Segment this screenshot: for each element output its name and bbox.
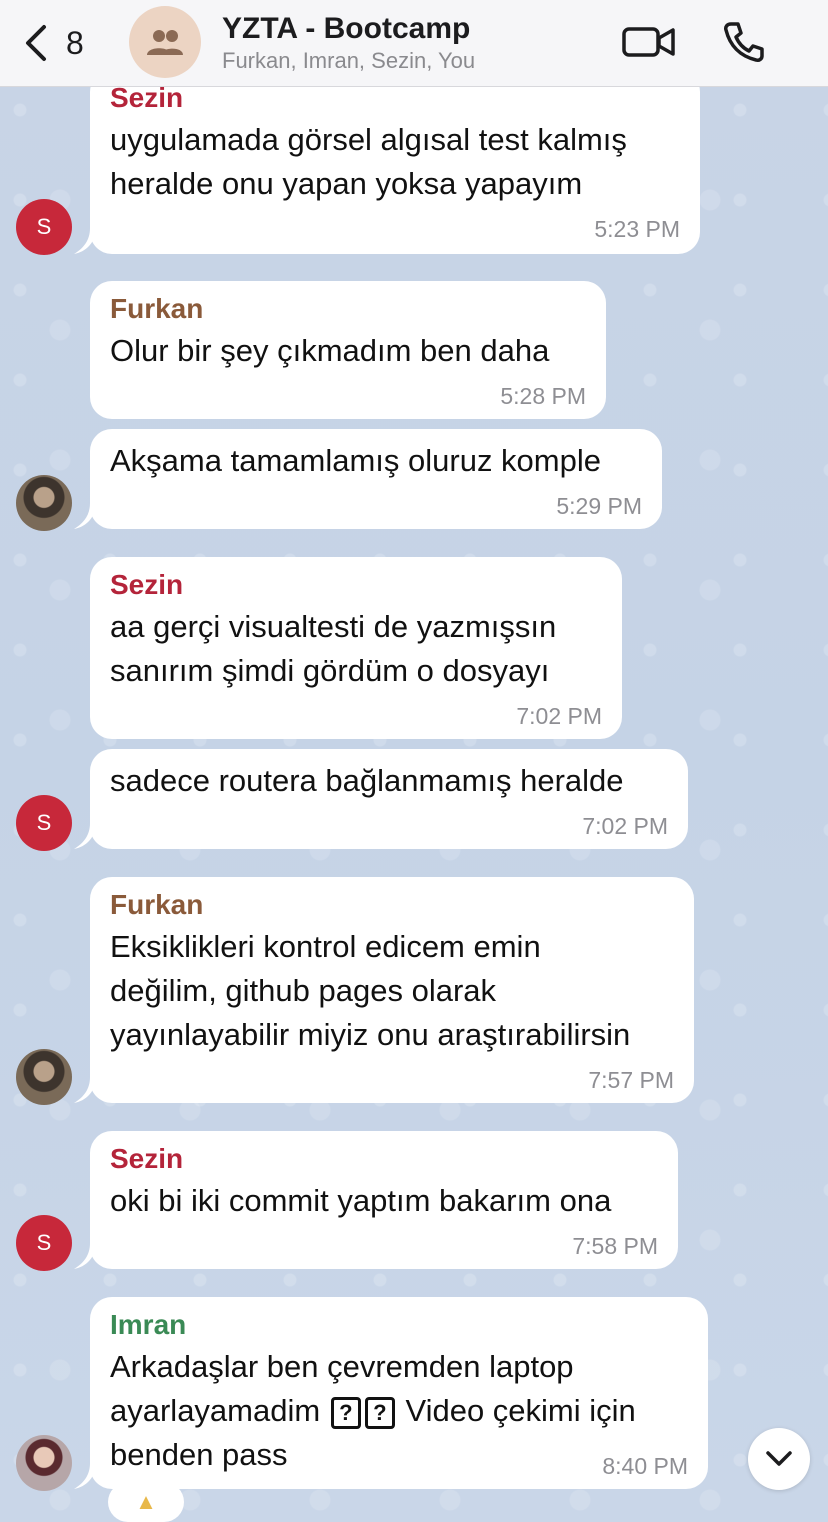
- message-text: değilim, github pages olarak: [110, 973, 497, 1008]
- group-icon: [147, 30, 183, 55]
- avatar[interactable]: [16, 1049, 72, 1105]
- bubble-tail: [74, 823, 96, 849]
- avatar[interactable]: S: [16, 199, 72, 255]
- message-bubble[interactable]: Furkan Olur bir şey çıkmadım ben daha 5:…: [90, 281, 606, 419]
- group-avatar[interactable]: [129, 6, 201, 78]
- unread-count: 8: [66, 24, 84, 61]
- chat-title[interactable]: YZTA - Bootcamp: [222, 12, 470, 46]
- sender-name: Sezin: [110, 1143, 184, 1174]
- message-text: Arkadaşlar ben çevremden laptop: [110, 1349, 574, 1384]
- message-time: 8:40 PM: [602, 1453, 688, 1479]
- message-text: sadece routera bağlanmamış heralde: [110, 763, 624, 798]
- message-text: uygulamada görsel algısal test kalmış: [110, 122, 627, 157]
- unknown-emoji-icon: ?: [330, 1396, 361, 1429]
- message-time: 7:02 PM: [516, 703, 602, 729]
- message-text: Akşama tamamlamış oluruz komple: [110, 443, 601, 478]
- avatar[interactable]: [16, 1435, 72, 1491]
- message-bubble[interactable]: Akşama tamamlamış oluruz komple 5:29 PM: [90, 429, 662, 529]
- message-text: heralde onu yapan yoksa yapayım: [110, 166, 583, 201]
- bubble-tail: [74, 228, 96, 254]
- message-text: ayarlayamadim: [110, 1393, 321, 1428]
- message-text: Olur bir şey çıkmadım ben daha: [110, 333, 550, 368]
- message-text: oki bi iki commit yaptım bakarım ona: [110, 1183, 612, 1218]
- unknown-emoji-icon: ?: [364, 1396, 395, 1429]
- message-time: 5:29 PM: [556, 493, 642, 519]
- bubble-tail: [74, 1463, 96, 1489]
- scroll-down-button[interactable]: [748, 1428, 810, 1490]
- avatar[interactable]: S: [16, 795, 72, 851]
- message-time: 7:58 PM: [572, 1233, 658, 1259]
- message-text: Eksiklikleri kontrol edicem emin: [110, 929, 541, 964]
- sender-name: Imran: [110, 1309, 187, 1340]
- message-text: yayınlayabilir miyiz onu araştırabilirsi…: [110, 1017, 631, 1052]
- sender-name: Sezin: [110, 569, 184, 600]
- chat-members: Furkan, Imran, Sezin, You: [222, 48, 476, 73]
- phone-icon[interactable]: [722, 20, 766, 64]
- bubble-tail: [74, 1243, 96, 1269]
- video-camera-icon[interactable]: [622, 22, 676, 62]
- message-bubble[interactable]: Sezin aa gerçi visualtesti de yazmışsın …: [90, 557, 622, 739]
- message-time: 7:02 PM: [582, 813, 668, 839]
- message-bubble[interactable]: Furkan Eksiklikleri kontrol edicem emin …: [90, 877, 694, 1103]
- partial-message[interactable]: ▲: [108, 1482, 184, 1522]
- message-text: Video çekimi için: [405, 1393, 636, 1428]
- message-text-line: ayarlayamadim ?? Video çekimi için: [110, 1389, 636, 1433]
- message-time: 7:57 PM: [588, 1067, 674, 1093]
- message-text: benden pass: [110, 1437, 288, 1472]
- bubble-tail: [74, 1077, 96, 1103]
- message-text: sanırım şimdi gördüm o dosyayı: [110, 653, 550, 688]
- bubble-tail: [74, 503, 96, 529]
- chevron-left-icon: [26, 25, 46, 61]
- sender-name: Furkan: [110, 293, 204, 324]
- message-bubble[interactable]: Imran Arkadaşlar ben çevremden laptop ay…: [90, 1297, 708, 1489]
- message-bubble[interactable]: Sezin oki bi iki commit yaptım bakarım o…: [90, 1131, 678, 1269]
- message-bubble[interactable]: Sezin uygulamada görsel algısal test kal…: [90, 70, 700, 254]
- chevron-down-icon: [766, 1451, 792, 1466]
- avatar[interactable]: [16, 475, 72, 531]
- avatar[interactable]: S: [16, 1215, 72, 1271]
- message-time: 5:23 PM: [594, 216, 680, 242]
- chat-header: 8 YZTA - Bootcamp Furkan, Imran, Sezin, …: [0, 0, 828, 87]
- message-text: aa gerçi visualtesti de yazmışsın: [110, 609, 557, 644]
- back-button[interactable]: 8: [22, 20, 102, 66]
- message-time: 5:28 PM: [500, 383, 586, 409]
- thumbs-up-icon: ▲: [135, 1489, 157, 1514]
- sender-name: Furkan: [110, 889, 204, 920]
- message-bubble[interactable]: sadece routera bağlanmamış heralde 7:02 …: [90, 749, 688, 849]
